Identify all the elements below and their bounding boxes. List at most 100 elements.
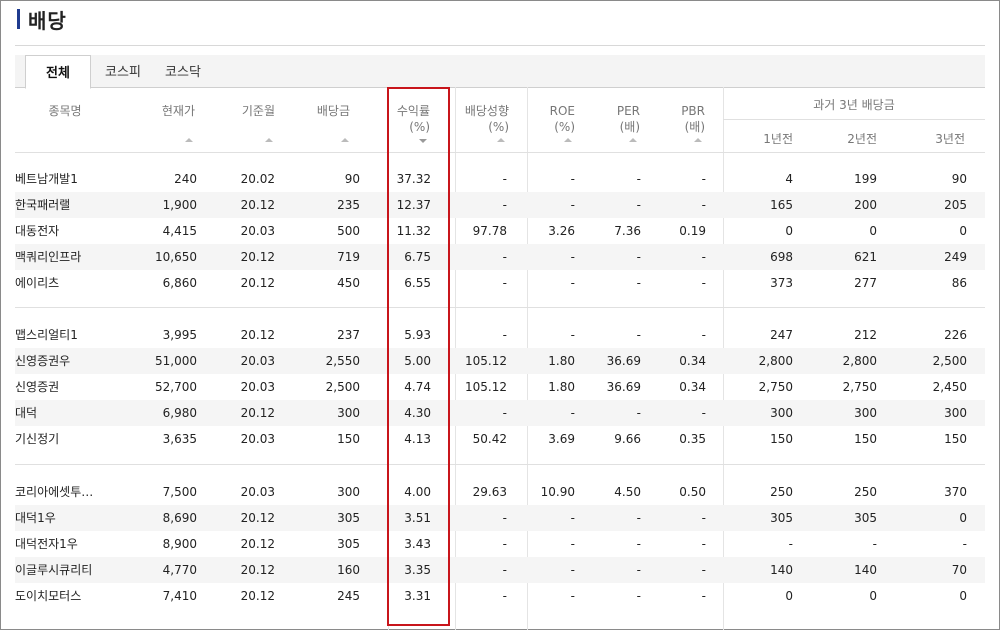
- cell-price: 10,650: [155, 250, 197, 264]
- cell-month: 20.12: [240, 406, 275, 420]
- header-pbr[interactable]: PBR: [665, 104, 705, 119]
- cell-per: -: [636, 172, 641, 186]
- header-roe[interactable]: ROE: [535, 104, 575, 119]
- cell-y2: 2,750: [842, 380, 877, 394]
- header-1y-ago: 1년전: [763, 132, 793, 146]
- tab-kosdaq[interactable]: 코스닥: [155, 55, 211, 87]
- cell-payout: -: [502, 328, 507, 342]
- stock-name-link[interactable]: 대덕전자1우: [15, 531, 125, 557]
- sort-up-icon[interactable]: [185, 138, 193, 142]
- cell-per: -: [636, 406, 641, 420]
- cell-pbr: 0.34: [679, 354, 706, 368]
- cell-roe: -: [570, 198, 575, 212]
- cell-y1: 305: [770, 511, 793, 525]
- header-pbr-unit: (배): [684, 120, 705, 134]
- sort-up-icon[interactable]: [629, 138, 637, 142]
- stock-name-link[interactable]: 신영증권: [15, 374, 125, 400]
- stock-name-link[interactable]: 맵스리얼티1: [15, 322, 125, 348]
- cell-y3: 249: [944, 250, 967, 264]
- cell-y2: 250: [854, 485, 877, 499]
- cell-div: 300: [337, 485, 360, 499]
- header-payout[interactable]: 배당성향: [453, 104, 509, 119]
- cell-roe: -: [570, 537, 575, 551]
- stock-name-link[interactable]: 대덕: [15, 400, 125, 426]
- cell-pbr: -: [701, 328, 706, 342]
- cell-per: -: [636, 328, 641, 342]
- tab-kospi[interactable]: 코스피: [95, 55, 151, 87]
- cell-price: 8,690: [162, 511, 197, 525]
- header-past-3y: 과거 3년 배당금: [813, 98, 895, 112]
- cell-y2: 621: [854, 250, 877, 264]
- cell-roe: -: [570, 589, 575, 603]
- stock-name-link[interactable]: 한국패러랠: [15, 192, 125, 218]
- cell-pbr: -: [701, 172, 706, 186]
- cell-y1: 373: [770, 276, 793, 290]
- table-row: 한국패러랠 1,900 20.12 235 12.37 - - - - 165 200 205: [15, 192, 985, 218]
- cell-price: 3,635: [162, 432, 197, 446]
- cell-div: 2,550: [325, 354, 360, 368]
- cell-pbr: 0.34: [679, 380, 706, 394]
- cell-price: 1,900: [162, 198, 197, 212]
- header-dividend[interactable]: 배당금: [290, 104, 350, 119]
- cell-yield: 6.55: [404, 276, 431, 290]
- stock-name-link[interactable]: 대덕1우: [15, 505, 125, 531]
- cell-roe: 1.80: [548, 354, 575, 368]
- cell-yield: 4.30: [404, 406, 431, 420]
- cell-y2: 200: [854, 198, 877, 212]
- sort-up-icon[interactable]: [694, 138, 702, 142]
- stock-name-link[interactable]: 신영증권우: [15, 348, 125, 374]
- tab-all[interactable]: 전체: [25, 55, 91, 89]
- cell-month: 20.12: [240, 563, 275, 577]
- stock-name-link[interactable]: 맥쿼리인프라: [15, 244, 125, 270]
- group-separator: [15, 464, 985, 465]
- stock-name-link[interactable]: 대동전자: [15, 218, 125, 244]
- title-accent-bar: [17, 9, 20, 29]
- cell-y2: 0: [869, 224, 877, 238]
- cell-payout: -: [502, 172, 507, 186]
- cell-price: 6,980: [162, 406, 197, 420]
- cell-payout: 29.63: [472, 485, 507, 499]
- sort-up-icon[interactable]: [265, 138, 273, 142]
- stock-name-link[interactable]: 도이치모터스: [15, 583, 125, 609]
- cell-y1: 0: [785, 224, 793, 238]
- cell-month: 20.12: [240, 589, 275, 603]
- stock-name-link[interactable]: 이글루시큐리티: [15, 557, 125, 583]
- table-row: 대덕전자1우 8,900 20.12 305 3.43 - - - - - - -: [15, 531, 985, 557]
- header-name[interactable]: 종목명: [35, 104, 95, 119]
- header-per[interactable]: PER: [600, 104, 640, 119]
- header-base-month[interactable]: 기준월: [215, 104, 275, 119]
- cell-month: 20.03: [240, 354, 275, 368]
- cell-yield: 37.32: [396, 172, 431, 186]
- table-row: 코리아에셋투… 7,500 20.03 300 4.00 29.63 10.90 4.50 0.…: [15, 479, 985, 505]
- header-yield[interactable]: 수익률: [390, 104, 430, 119]
- stock-name-link[interactable]: 기신정기: [15, 426, 125, 452]
- stock-name-link[interactable]: 코리아에셋투…: [15, 479, 125, 505]
- cell-y3: 90: [951, 172, 967, 186]
- cell-per: 36.69: [606, 354, 641, 368]
- sort-down-icon[interactable]: [419, 139, 427, 143]
- cell-pbr: 0.50: [679, 485, 706, 499]
- cell-y3: 370: [944, 485, 967, 499]
- cell-roe: -: [570, 172, 575, 186]
- cell-pbr: 0.35: [679, 432, 706, 446]
- cell-div: 150: [337, 432, 360, 446]
- cell-payout: -: [502, 276, 507, 290]
- cell-month: 20.02: [240, 172, 275, 186]
- cell-per: -: [636, 198, 641, 212]
- cell-roe: -: [570, 276, 575, 290]
- cell-payout: -: [502, 250, 507, 264]
- cell-div: 450: [337, 276, 360, 290]
- stock-name-link[interactable]: 베트남개발1: [15, 166, 125, 192]
- cell-y2: 305: [854, 511, 877, 525]
- market-tabs: 전체 코스피 코스닥: [15, 55, 985, 89]
- cell-per: -: [636, 537, 641, 551]
- title-divider: [15, 45, 985, 46]
- stock-name-link[interactable]: 에이리츠: [15, 270, 125, 296]
- sort-up-icon[interactable]: [341, 138, 349, 142]
- cell-month: 20.03: [240, 380, 275, 394]
- sort-up-icon[interactable]: [564, 138, 572, 142]
- header-price[interactable]: 현재가: [135, 104, 195, 119]
- sort-up-icon[interactable]: [497, 138, 505, 142]
- cell-roe: 3.26: [548, 224, 575, 238]
- cell-yield: 3.43: [404, 537, 431, 551]
